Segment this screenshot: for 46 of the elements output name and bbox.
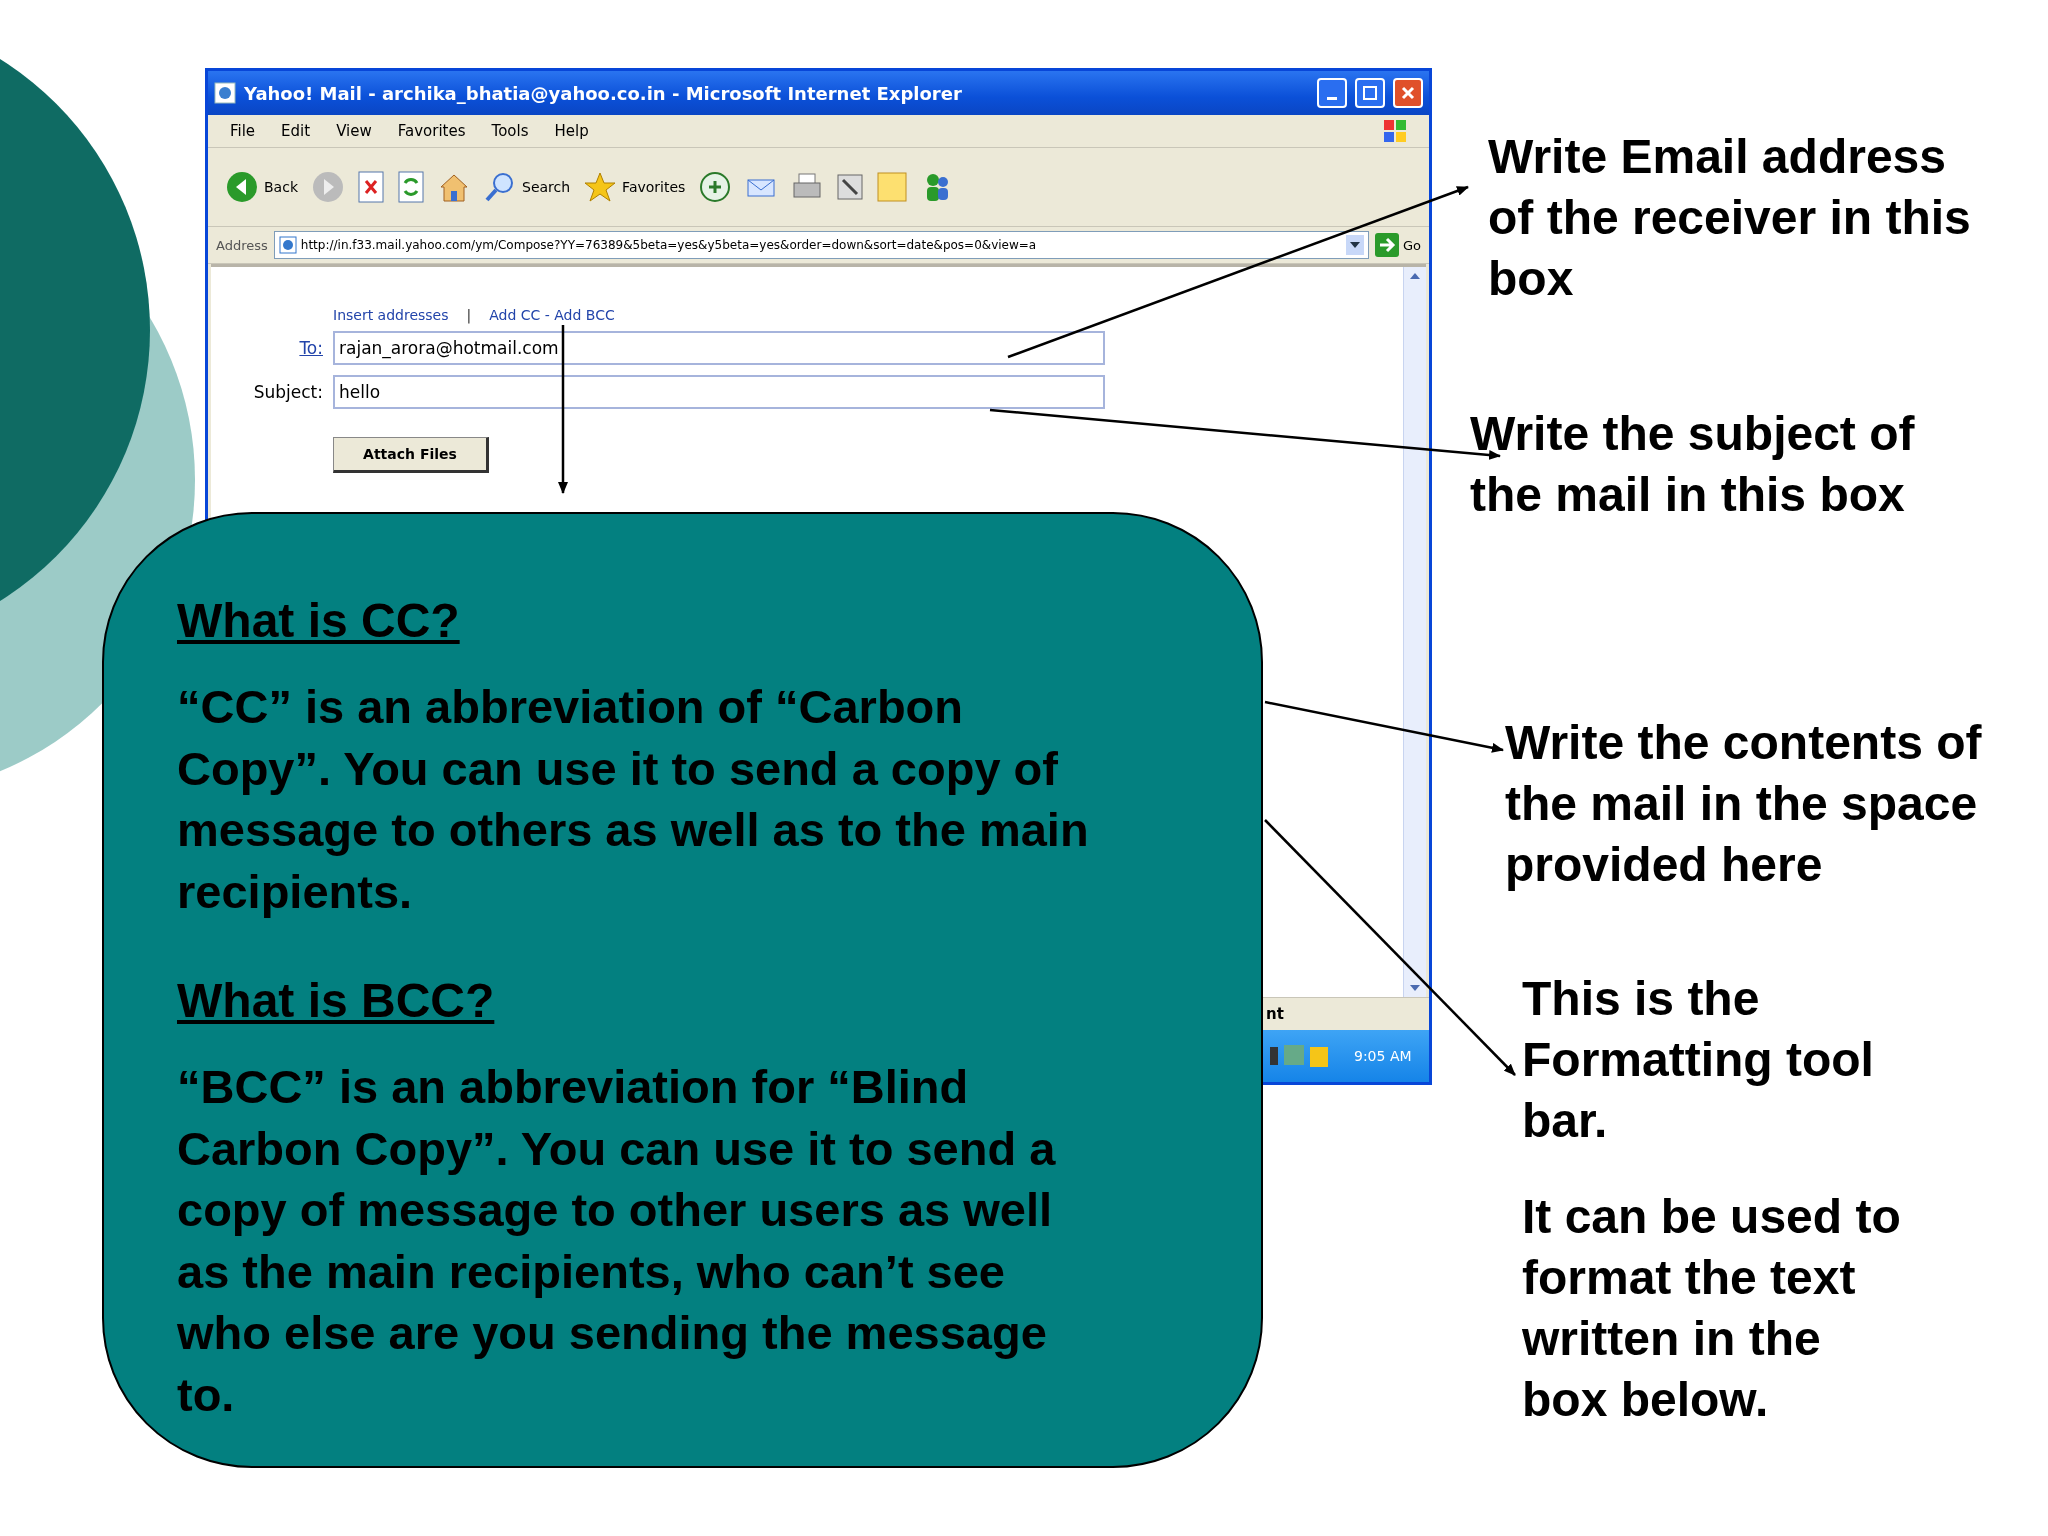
window-title: Yahoo! Mail - archika_bhatia@yahoo.co.in - Microsoft Internet Explorer xyxy=(244,82,963,104)
to-label[interactable]: To: xyxy=(299,338,323,358)
insert-addresses-link[interactable]: Insert addresses xyxy=(333,307,449,323)
system-tray-icon xyxy=(1270,1043,1330,1069)
status-text: nt xyxy=(1266,1005,1284,1023)
menu-item[interactable]: Help xyxy=(554,122,589,140)
section-heading: What is BCC? xyxy=(177,973,495,1029)
scrollbar[interactable] xyxy=(1403,267,1426,997)
annotation-text: It can be used to format the text written in the box below. xyxy=(1522,1189,1901,1428)
annotation-text: Write Email address of the receiver in this box xyxy=(1488,129,1971,307)
refresh-icon xyxy=(398,171,424,203)
annotation-text: This is the Formatting tool bar. xyxy=(1522,971,1874,1149)
subject-label: Subject: xyxy=(253,382,323,402)
star-icon xyxy=(584,171,617,203)
to-field[interactable]: rajan_arora@hotmail.com xyxy=(333,331,1105,365)
section-heading: What is CC? xyxy=(177,593,460,649)
close-button[interactable] xyxy=(1393,78,1423,108)
close-icon xyxy=(1401,86,1415,100)
minimize-icon xyxy=(1327,96,1337,100)
annotation-text: Write the contents of the mail in the space provided here xyxy=(1505,715,1982,893)
maximize-button[interactable] xyxy=(1355,78,1385,108)
menu-item[interactable]: Favorites xyxy=(397,122,466,140)
maximize-icon xyxy=(1363,86,1377,100)
menu-item[interactable]: Tools xyxy=(491,122,529,140)
attach-files-button[interactable]: Attach Files xyxy=(333,437,489,473)
stop-icon xyxy=(358,171,384,203)
menu-item[interactable]: File xyxy=(230,122,256,140)
toolbar-button[interactable]: Search xyxy=(484,171,571,203)
minimize-button[interactable] xyxy=(1317,78,1347,108)
link-separator: | xyxy=(466,307,472,323)
toolbar-button[interactable]: Back xyxy=(226,171,298,203)
address-label: Address xyxy=(216,237,268,253)
add-cc-bcc-link[interactable]: Add CC - Add BCC xyxy=(489,307,615,323)
toolbar-button[interactable]: Favorites xyxy=(584,171,686,203)
go-button[interactable]: Go xyxy=(1374,233,1421,257)
section-text: “CC” is an abbreviation of “Carbon Copy”. You can use it to send a copy of message to others as well as to the main recipients. xyxy=(177,679,1089,920)
menu-item[interactable]: Edit xyxy=(281,122,311,140)
section-text: “BCC” is an abbreviation for “Blind Carbon Copy”. You can use it to send a copy of message to other users as well as the main recipients, who can’t see who else are you sending the message to. xyxy=(177,1059,1056,1423)
flag-logo-icon xyxy=(1383,119,1407,143)
annotation-text: Write the subject of the mail in this box xyxy=(1470,406,1915,523)
search-icon xyxy=(484,171,516,203)
clock: 9:05 AM xyxy=(1354,1048,1412,1064)
subject-field[interactable]: hello xyxy=(333,375,1105,409)
menu-item[interactable]: View xyxy=(336,122,372,140)
address-field[interactable]: http://in.f33.mail.yahoo.com/ym/Compose?YY=76389&5beta=yes&y5beta=yes&order=down&sort=date&pos=0&view=a xyxy=(273,231,1369,259)
note-icon xyxy=(877,172,908,202)
